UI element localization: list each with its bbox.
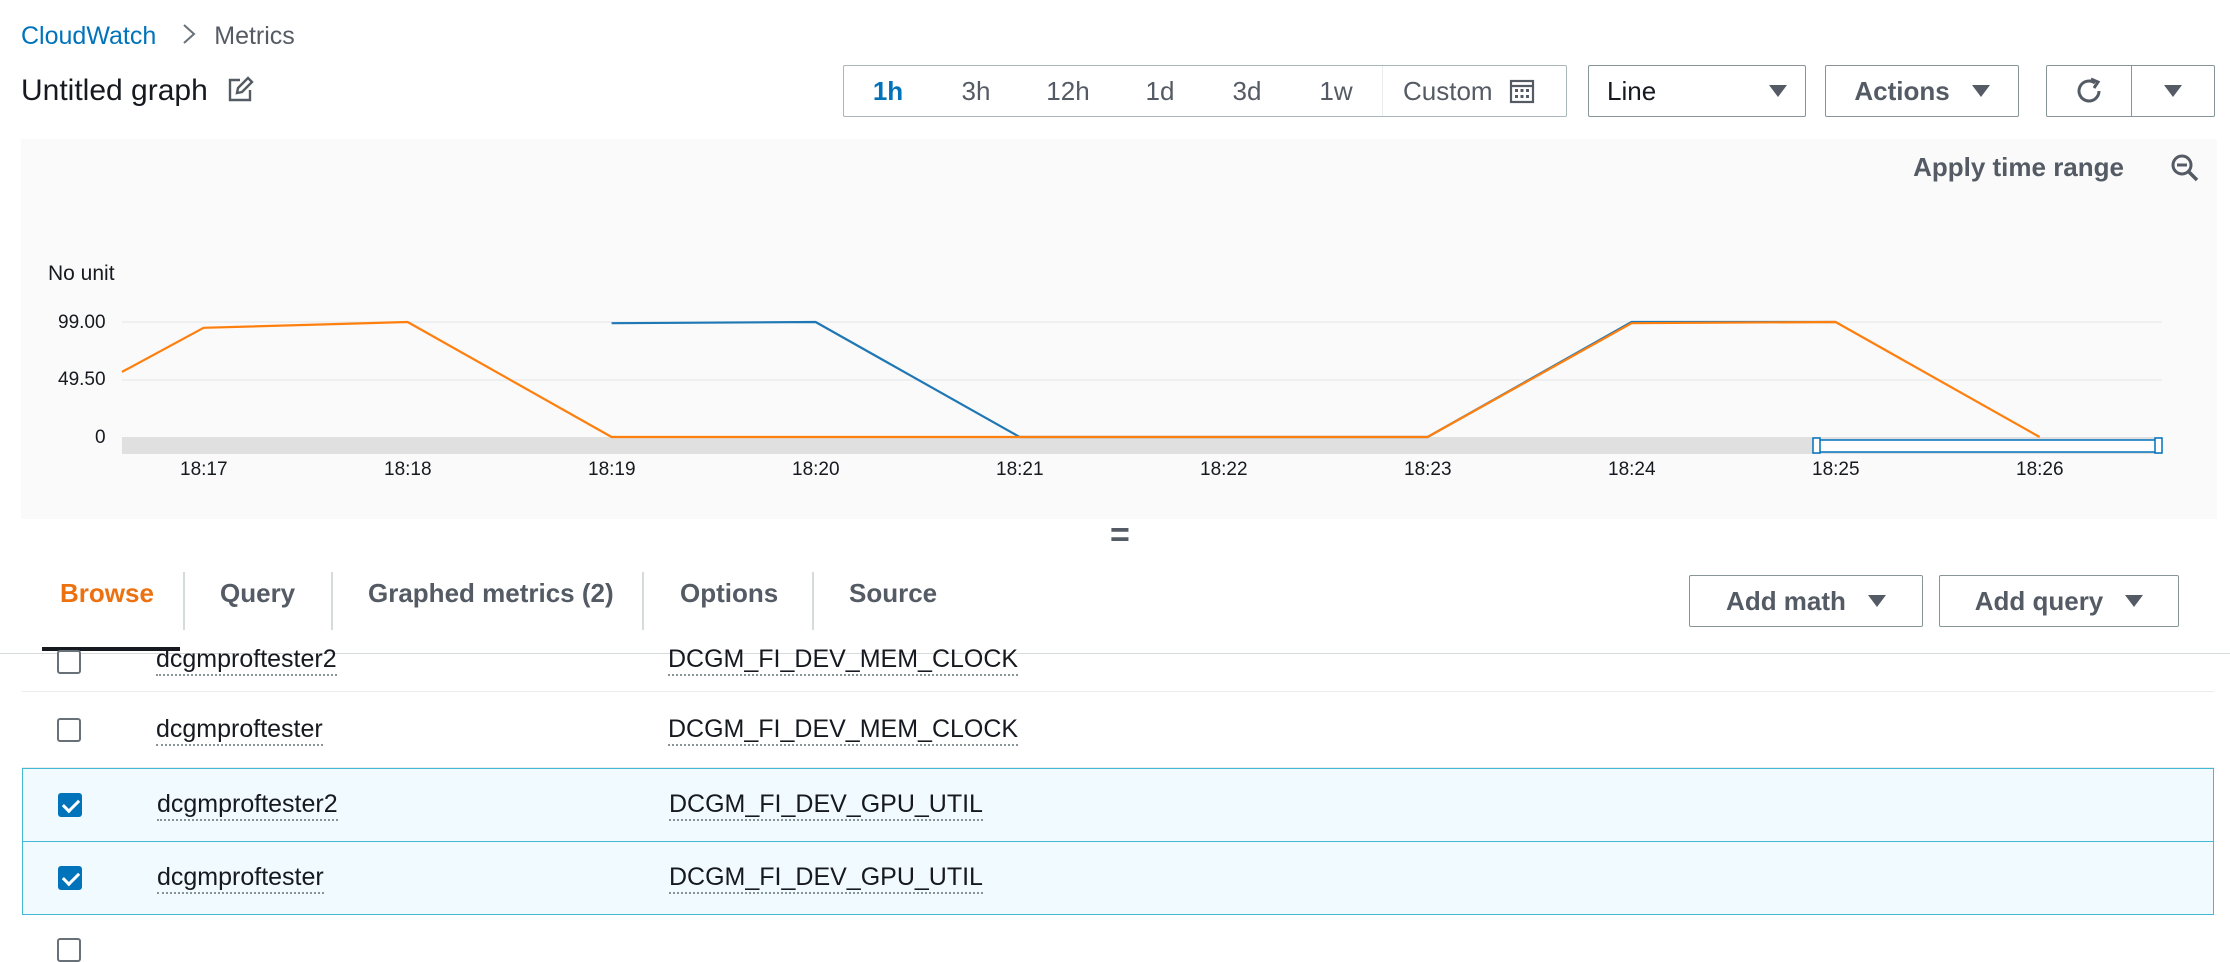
- instance-name-cell[interactable]: dcgmproftester: [156, 714, 323, 746]
- metric-name-cell[interactable]: DCGM_FI_DEV_MEM_CLOCK: [668, 714, 1019, 746]
- time-brush-right-handle: [2154, 437, 2163, 454]
- caret-down-icon: [2125, 595, 2144, 607]
- instance-name-cell[interactable]: dcgmproftester2: [157, 789, 338, 821]
- row-checkbox[interactable]: [57, 938, 81, 962]
- tab-query[interactable]: Query: [220, 578, 295, 609]
- tab-divider: [331, 572, 333, 630]
- tab-divider: [183, 572, 185, 630]
- add-math-label: Add math: [1726, 585, 1846, 616]
- row-checkbox[interactable]: [57, 718, 81, 742]
- add-query-button[interactable]: Add query: [1939, 575, 2179, 627]
- instance-name-cell[interactable]: dcgmproftester: [157, 862, 324, 894]
- time-brush-left-handle: [1812, 437, 1821, 454]
- table-row[interactable]: dcgmproftester DCGM_FI_DEV_MEM_CLOCK: [22, 694, 2214, 768]
- tab-graphed-metrics[interactable]: Graphed metrics (2): [368, 578, 614, 609]
- metric-name-cell[interactable]: DCGM_FI_DEV_GPU_UTIL: [669, 862, 983, 894]
- table-row-selected[interactable]: dcgmproftester DCGM_FI_DEV_GPU_UTIL: [22, 841, 2214, 915]
- row-checkbox-checked[interactable]: [58, 866, 82, 890]
- metric-name-cell[interactable]: DCGM_FI_DEV_MEM_CLOCK: [668, 644, 1019, 676]
- tab-divider: [642, 572, 644, 630]
- add-math-button[interactable]: Add math: [1689, 575, 1923, 627]
- line-chart: [121, 320, 2163, 454]
- table-row-selected[interactable]: dcgmproftester2 DCGM_FI_DEV_GPU_UTIL: [22, 768, 2214, 842]
- tab-divider: [812, 572, 814, 630]
- row-checkbox[interactable]: [57, 650, 81, 674]
- table-row[interactable]: dcgmproftester2 DCGM_FI_DEV_MEM_CLOCK: [22, 640, 2214, 692]
- tab-source[interactable]: Source: [849, 578, 937, 609]
- metric-name-cell[interactable]: DCGM_FI_DEV_GPU_UTIL: [669, 789, 983, 821]
- row-checkbox-checked[interactable]: [58, 793, 82, 817]
- panel-resize-handle[interactable]: =: [1110, 516, 1130, 555]
- instance-name-cell[interactable]: dcgmproftester2: [156, 644, 337, 676]
- add-query-label: Add query: [1974, 585, 2104, 616]
- tab-options[interactable]: Options: [680, 578, 778, 609]
- table-row-partial[interactable]: [22, 916, 2214, 962]
- time-brush-selection: [1815, 439, 2161, 453]
- caret-down-icon: [1867, 595, 1886, 607]
- tab-browse[interactable]: Browse: [60, 578, 154, 609]
